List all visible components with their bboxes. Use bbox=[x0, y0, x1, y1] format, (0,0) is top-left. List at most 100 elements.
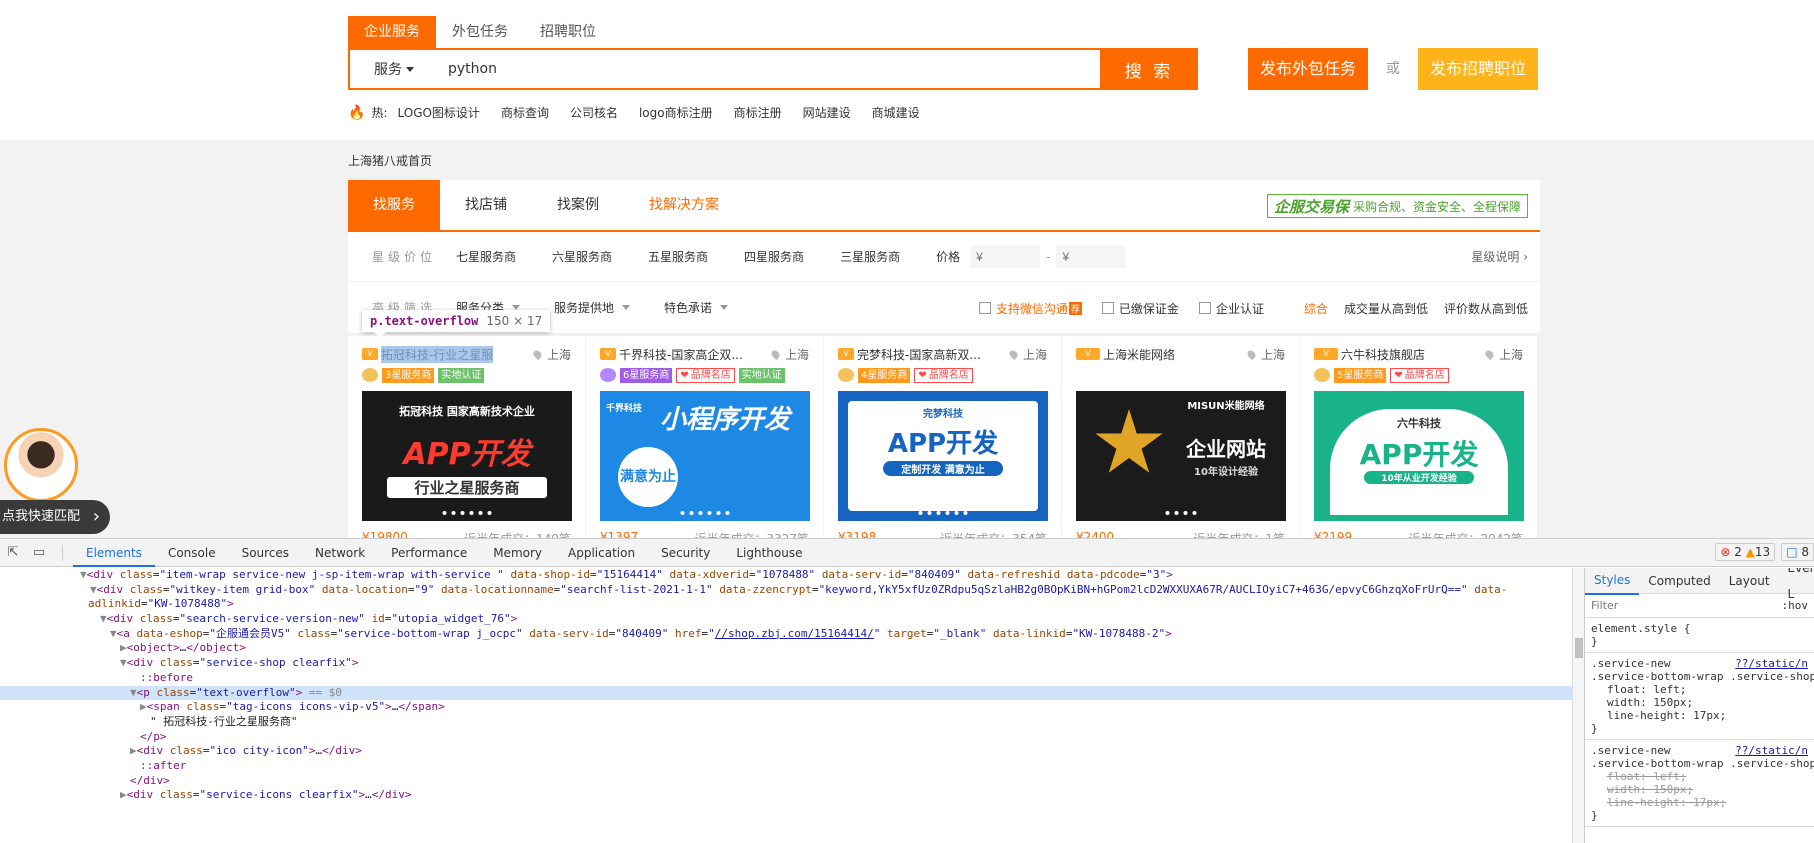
carousel-dots[interactable] bbox=[442, 511, 492, 515]
star-level-5[interactable]: 五星服务商 bbox=[648, 248, 708, 265]
dom-line[interactable]: </div> bbox=[0, 774, 1572, 789]
tab-styles[interactable]: Styles bbox=[1585, 568, 1640, 595]
dom-line[interactable]: ▼<div class="search-service-version-new"… bbox=[0, 612, 1572, 627]
tab-application[interactable]: Application bbox=[555, 539, 648, 567]
tab-console[interactable]: Console bbox=[155, 539, 229, 567]
hot-keyword-link[interactable]: 网站建设 bbox=[803, 104, 851, 121]
search-input[interactable] bbox=[438, 50, 1100, 88]
shop-name[interactable]: 完梦科技-国家高新双... bbox=[857, 346, 981, 363]
css-rule[interactable]: ??/static/n .service-new .service-bottom-… bbox=[1585, 653, 1814, 740]
service-card[interactable]: V 千界科技-国家高企双... 上海 6星服务商 品牌名店 实地认证 千界科技 … bbox=[586, 336, 824, 538]
hot-keyword-link[interactable]: LOGO图标设计 bbox=[397, 104, 479, 121]
search-tab-outsource-task[interactable]: 外包任务 bbox=[436, 16, 524, 48]
hot-keyword-link[interactable]: 商标查询 bbox=[501, 104, 549, 121]
carousel-dots[interactable] bbox=[1165, 511, 1197, 515]
issue-counts[interactable]: ⊗ 2 ▲13 □ 8 bbox=[1715, 543, 1814, 561]
css-property-overridden[interactable]: float: left; bbox=[1591, 770, 1808, 783]
dom-line[interactable]: ▶<div class="service-icons clearfix">…</… bbox=[0, 788, 1572, 803]
dom-line[interactable]: ▶<span class="tag-icons icons-vip-v5">…<… bbox=[0, 700, 1572, 715]
dom-line[interactable]: ▶<div class="ico city-icon">…</div> bbox=[0, 744, 1572, 759]
element-style-rule[interactable]: element.style { } bbox=[1585, 618, 1814, 653]
star-level-7[interactable]: 七星服务商 bbox=[456, 248, 516, 265]
styles-filter-input[interactable]: Filter bbox=[1591, 599, 1782, 612]
star-level-3[interactable]: 三星服务商 bbox=[840, 248, 900, 265]
sort-default[interactable]: 综合 bbox=[1304, 300, 1328, 317]
category-select[interactable]: 服务 bbox=[350, 59, 438, 79]
star-level-4[interactable]: 四星服务商 bbox=[744, 248, 804, 265]
dom-line[interactable]: </p> bbox=[0, 730, 1572, 745]
service-banner[interactable]: MISUN米能网络 企业网站 10年设计经验 bbox=[1076, 391, 1286, 521]
quick-match-widget[interactable]: 点我快速匹配 bbox=[0, 428, 112, 538]
shop-name[interactable]: 千界科技-国家高企双... bbox=[619, 346, 743, 363]
tab-lighthouse[interactable]: Lighthouse bbox=[723, 539, 815, 567]
shop-name[interactable]: 拓冠科技-行业之星服 bbox=[381, 345, 494, 363]
tab-computed[interactable]: Computed bbox=[1639, 568, 1719, 594]
dom-scrollbar[interactable] bbox=[1572, 568, 1584, 843]
breadcrumb[interactable]: 上海猪八戒首页 bbox=[348, 152, 432, 169]
price-max-input[interactable] bbox=[1056, 245, 1127, 268]
service-banner[interactable]: 拓冠科技 国家高新技术企业 APP开发 行业之星服务商 bbox=[362, 391, 572, 521]
star-level-6[interactable]: 六星服务商 bbox=[552, 248, 612, 265]
inspect-cursor-icon[interactable]: ⇱ bbox=[0, 539, 26, 567]
tab-elements[interactable]: Elements bbox=[73, 539, 155, 567]
carousel-dots[interactable] bbox=[680, 511, 730, 515]
star-desc-link[interactable]: 星级说明 › bbox=[1471, 232, 1528, 282]
post-job-button[interactable]: 发布招聘职位 bbox=[1418, 48, 1538, 90]
tab-find-solution[interactable]: 找解决方案 bbox=[624, 180, 744, 230]
service-banner[interactable]: 千界科技 小程序开发 满意为止 bbox=[600, 391, 810, 521]
css-property[interactable]: width: 150px; bbox=[1591, 696, 1808, 709]
checkbox-enterprise[interactable]: 企业认证 bbox=[1198, 300, 1264, 317]
checkbox-deposit[interactable]: 已缴保证金 bbox=[1101, 300, 1179, 317]
dropdown-promise[interactable]: 特色承诺 bbox=[664, 299, 728, 316]
dom-line[interactable]: " 拓冠科技-行业之星服务商" bbox=[0, 715, 1572, 730]
dom-line[interactable]: ▶<object>…</object> bbox=[0, 641, 1572, 656]
dom-line[interactable]: ▼<div class="item-wrap service-new j-sp-… bbox=[0, 568, 1572, 583]
css-property[interactable]: float: left; bbox=[1591, 683, 1808, 696]
dom-line[interactable]: ▼<div class="witkey-item grid-box" data-… bbox=[0, 583, 1572, 598]
message-count[interactable]: □ 8 bbox=[1781, 543, 1814, 561]
search-tab-enterprise-service[interactable]: 企业服务 bbox=[348, 16, 436, 48]
quick-match-button[interactable]: 点我快速匹配 bbox=[0, 500, 110, 534]
service-card[interactable]: V 完梦科技-国家高新双... 上海 4星服务商 品牌名店 完梦科技 APP开发… bbox=[824, 336, 1062, 538]
tab-layout[interactable]: Layout bbox=[1720, 568, 1779, 594]
service-banner[interactable]: 完梦科技 APP开发 定制开发 满意为止 bbox=[838, 391, 1048, 521]
service-card[interactable]: V 上海米能网络 上海 MISUN米能网络 企业网站 10年设计经验 ¥2400… bbox=[1062, 336, 1300, 538]
sort-sales[interactable]: 成交量从高到低 bbox=[1344, 300, 1428, 317]
tab-sources[interactable]: Sources bbox=[229, 539, 302, 567]
dom-line[interactable]: ::before bbox=[0, 671, 1572, 686]
dropdown-service-location[interactable]: 服务提供地 bbox=[554, 299, 630, 316]
search-tab-job[interactable]: 招聘职位 bbox=[524, 16, 612, 48]
tab-find-case[interactable]: 找案例 bbox=[532, 180, 624, 230]
guarantee-banner[interactable]: 企服交易保 采购合规、资金安全、全程保障 bbox=[1266, 194, 1528, 218]
hot-keyword-link[interactable]: 公司核名 bbox=[570, 104, 618, 121]
shop-name[interactable]: 六牛科技旗舰店 bbox=[1341, 346, 1425, 363]
tab-find-service[interactable]: 找服务 bbox=[348, 180, 440, 230]
search-button[interactable]: 搜 索 bbox=[1100, 48, 1198, 90]
shop-name[interactable]: 上海米能网络 bbox=[1103, 346, 1175, 363]
css-property-overridden[interactable]: width: 150px; bbox=[1591, 783, 1808, 796]
carousel-dots[interactable] bbox=[918, 511, 968, 515]
dom-line[interactable]: ▼<a data-eshop="企服通会员V5" class="service-… bbox=[0, 627, 1572, 642]
dom-line[interactable]: adlinkid="KW-1078488"> bbox=[0, 597, 1572, 612]
hot-keyword-link[interactable]: logo商标注册 bbox=[639, 104, 713, 121]
css-property[interactable]: line-height: 17px; bbox=[1591, 709, 1808, 722]
rule-source-link[interactable]: ??/static/n bbox=[1735, 657, 1808, 670]
css-property-overridden[interactable]: line-height: 17px; bbox=[1591, 796, 1808, 809]
dom-line[interactable]: ::after bbox=[0, 759, 1572, 774]
device-toolbar-icon[interactable]: ▭ bbox=[26, 539, 52, 567]
price-min-input[interactable] bbox=[970, 245, 1041, 268]
checkbox-wechat[interactable]: 支持微信沟通荐 bbox=[978, 300, 1082, 317]
rule-source-link[interactable]: ??/static/n bbox=[1735, 744, 1808, 757]
error-count[interactable]: ⊗ 2 ▲13 bbox=[1715, 543, 1776, 561]
dom-line-selected[interactable]: ▼<p class="text-overflow"> == $0 bbox=[0, 685, 1572, 701]
tab-memory[interactable]: Memory bbox=[480, 539, 555, 567]
service-card[interactable]: V 六牛科技旗舰店 上海 5星服务商 品牌名店 六牛科技 APP开发 10年从业… bbox=[1300, 336, 1538, 538]
tab-security[interactable]: Security bbox=[648, 539, 723, 567]
tab-network[interactable]: Network bbox=[302, 539, 378, 567]
css-rule-overridden[interactable]: ??/static/n .service-new .service-bottom-… bbox=[1585, 740, 1814, 827]
hot-keyword-link[interactable]: 商城建设 bbox=[872, 104, 920, 121]
service-card[interactable]: V 拓冠科技-行业之星服 上海 3星服务商 实地认证 拓冠科技 国家高新技术企业… bbox=[348, 336, 586, 538]
hot-keyword-link[interactable]: 商标注册 bbox=[734, 104, 782, 121]
service-banner[interactable]: 六牛科技 APP开发 10年从业开发经验 bbox=[1314, 391, 1524, 521]
hov-toggle[interactable]: :hov bbox=[1782, 599, 1809, 612]
